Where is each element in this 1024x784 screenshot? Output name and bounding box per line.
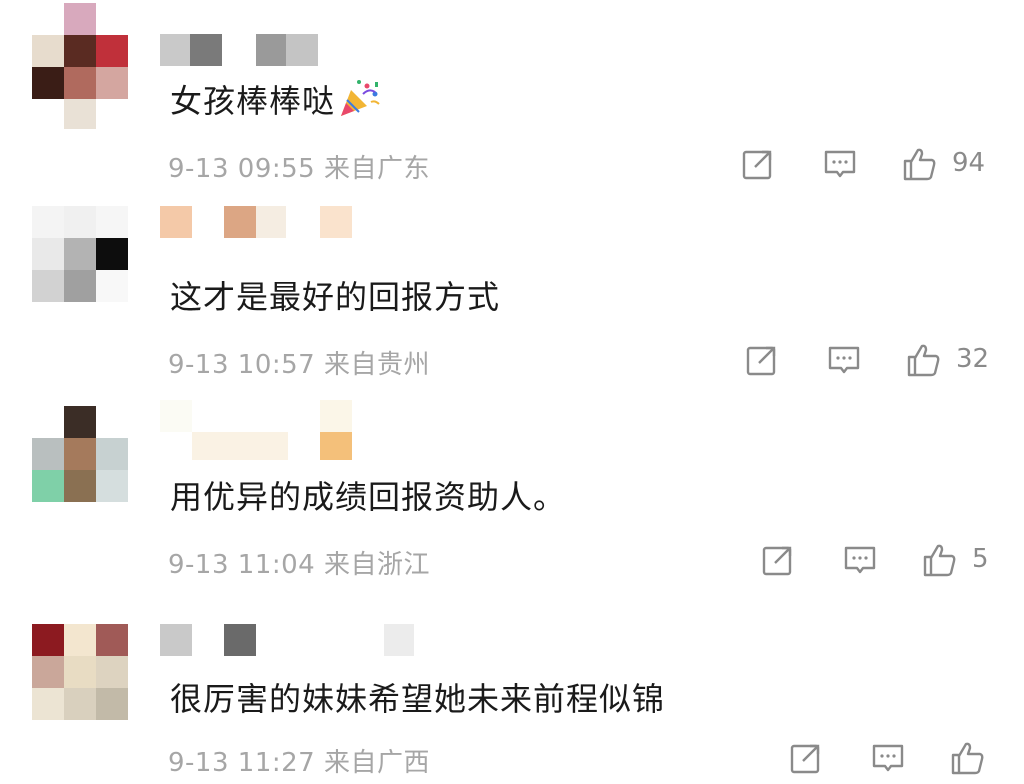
comment-icon[interactable] [870, 740, 906, 776]
comment-location: 来自广西 [323, 748, 430, 778]
comment-meta: 9-13 09:55 来自广东 [168, 148, 430, 185]
party-popper-icon [337, 78, 381, 118]
avatar[interactable] [32, 406, 128, 502]
avatar[interactable] [32, 3, 128, 129]
thumbs-up-icon[interactable] [906, 342, 942, 378]
comment-date: 9-13 [168, 550, 230, 580]
comment-icon[interactable] [822, 146, 858, 182]
like-count: 94 [952, 148, 986, 178]
comment-time: 11:04 [237, 550, 316, 580]
avatar[interactable] [32, 624, 128, 720]
comment-actions: 5 [760, 542, 1010, 582]
comment-date: 9-13 [168, 350, 230, 380]
comment-icon[interactable] [842, 542, 878, 578]
comment-item: 很厉害的妹妹希望她未来前程似锦 9-13 11:27 来自广西 [0, 588, 1024, 784]
thumbs-up-icon[interactable] [922, 542, 958, 578]
thumbs-up-icon[interactable] [950, 740, 986, 776]
comment-item: 这才是最好的回报方式 9-13 10:57 来自贵州 32 [0, 196, 1024, 392]
like-count: 5 [972, 544, 989, 574]
like-count: 32 [956, 344, 990, 374]
comment-actions: 94 [740, 146, 1000, 186]
comment-meta: 9-13 11:27 来自广西 [168, 742, 430, 779]
comment-date: 9-13 [168, 748, 230, 778]
avatar[interactable] [32, 206, 128, 302]
comment-actions: 32 [744, 342, 1004, 382]
share-icon[interactable] [740, 146, 776, 182]
comment-item: 女孩棒棒哒 9-13 09:55 来自广东 94 [0, 0, 1024, 196]
comment-text: 这才是最好的回报方式 [170, 278, 501, 316]
share-icon[interactable] [788, 740, 824, 776]
username-blurred[interactable] [160, 624, 414, 656]
comment-location: 来自广东 [323, 154, 430, 184]
comment-meta: 9-13 11:04 来自浙江 [168, 544, 430, 581]
comment-text: 很厉害的妹妹希望她未来前程似锦 [170, 680, 666, 718]
comment-actions [788, 740, 1008, 780]
thumbs-up-icon[interactable] [902, 146, 938, 182]
username-blurred[interactable] [160, 34, 400, 66]
comment-time: 09:55 [237, 154, 316, 184]
username-blurred[interactable] [160, 206, 400, 238]
comment-meta: 9-13 10:57 来自贵州 [168, 344, 430, 381]
comment-date: 9-13 [168, 154, 230, 184]
comment-text: 女孩棒棒哒 [170, 76, 381, 122]
comment-time: 10:57 [237, 350, 316, 380]
comment-item: 用优异的成绩回报资助人。 9-13 11:04 来自浙江 5 [0, 392, 1024, 588]
share-icon[interactable] [744, 342, 780, 378]
comment-location: 来自贵州 [323, 350, 430, 380]
comment-location: 来自浙江 [323, 550, 430, 580]
username-blurred[interactable] [160, 400, 400, 460]
comment-icon[interactable] [826, 342, 862, 378]
comment-text: 用优异的成绩回报资助人。 [170, 478, 567, 516]
share-icon[interactable] [760, 542, 796, 578]
comment-time: 11:27 [237, 748, 316, 778]
